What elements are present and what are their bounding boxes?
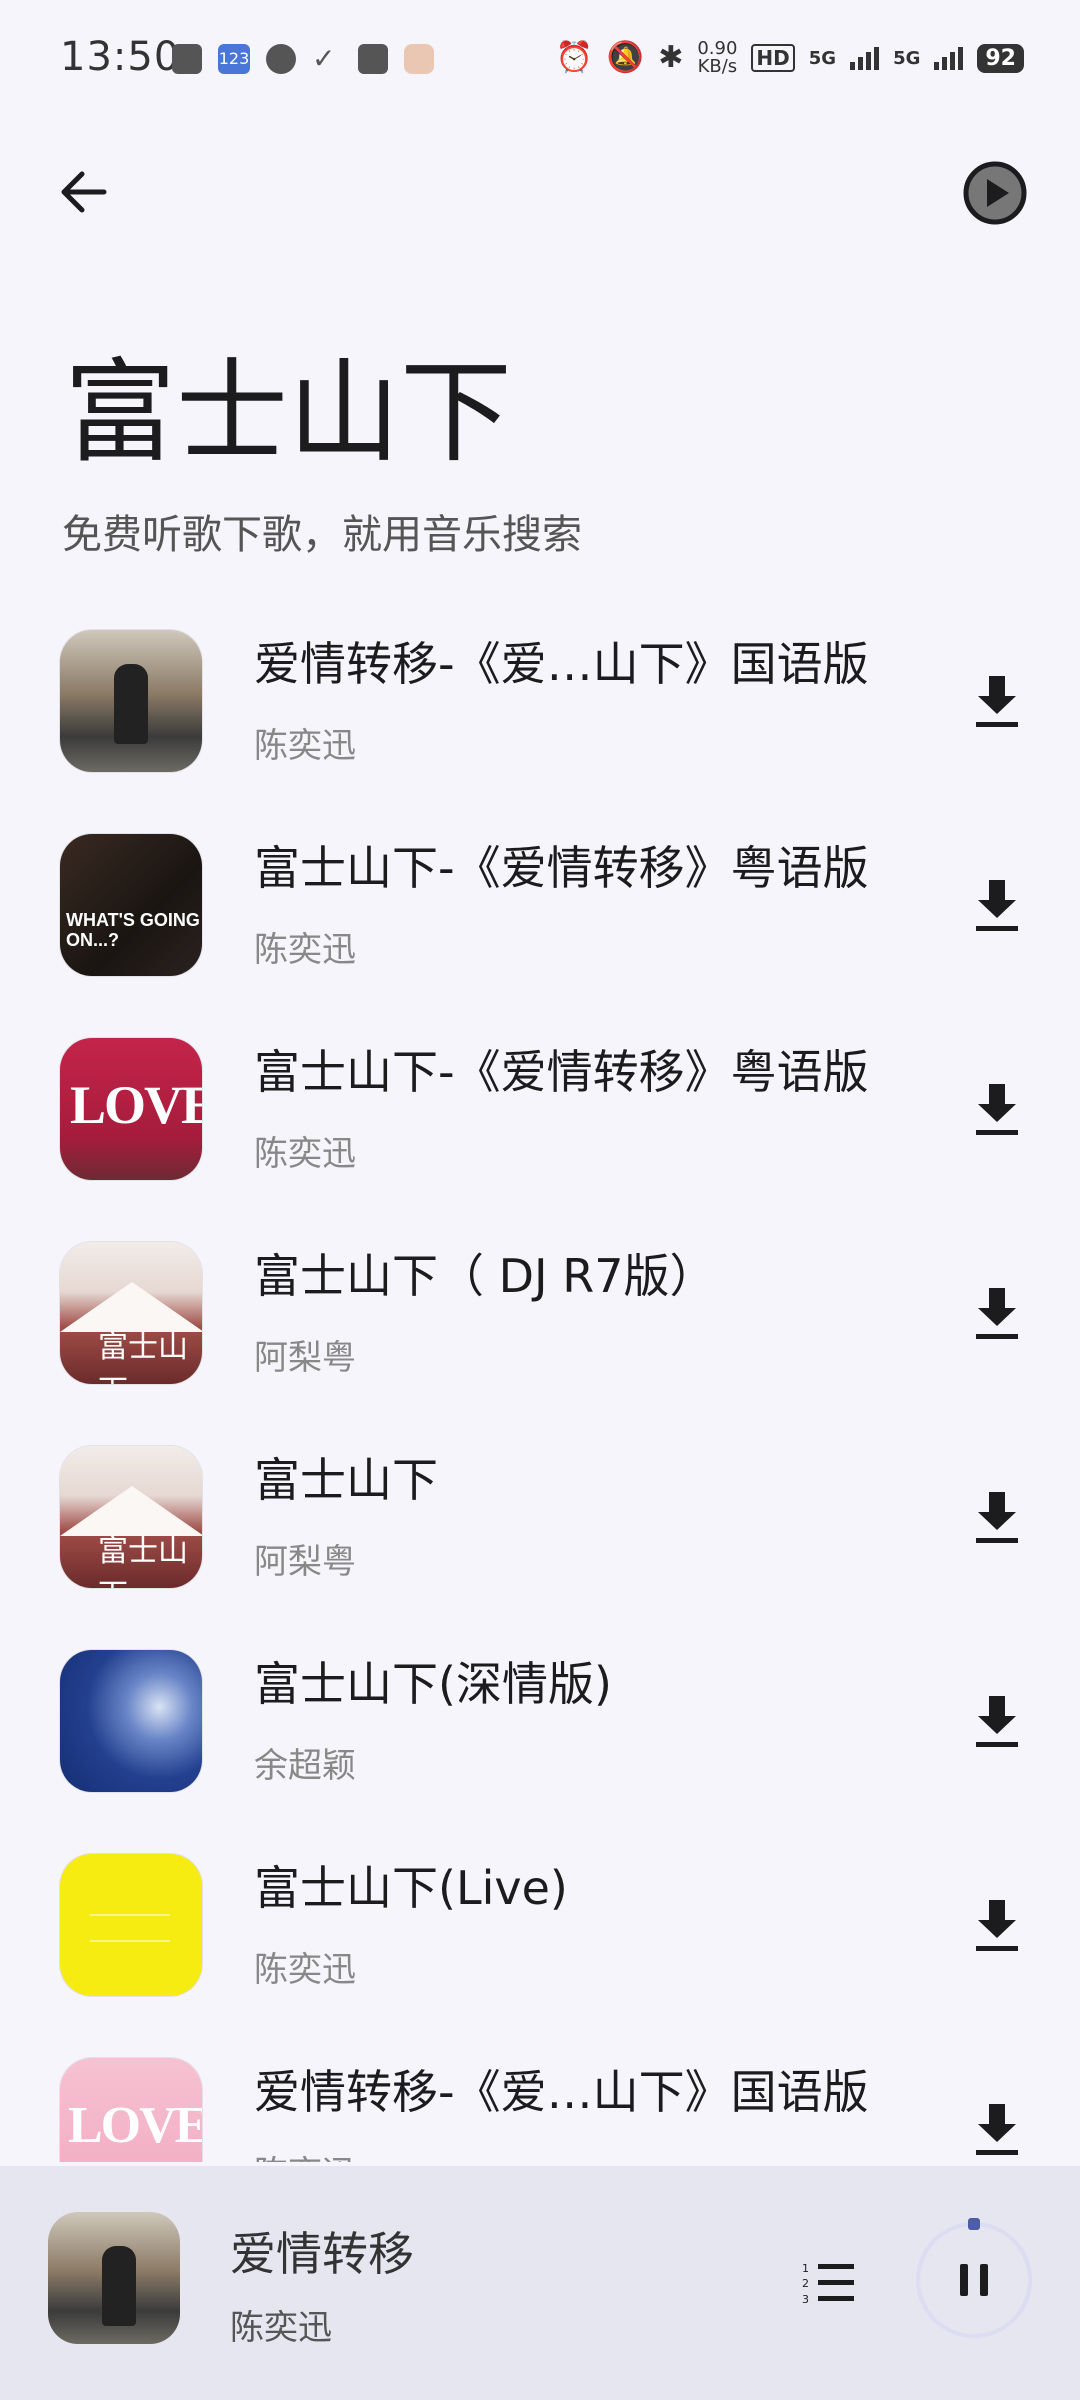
song-artist: 陈奕迅 bbox=[254, 1134, 356, 1174]
check-notification-icon: ✓ bbox=[312, 42, 336, 75]
download-icon[interactable] bbox=[966, 1894, 1028, 1956]
song-title: 爱情转移-《爱…山下》国语版 bbox=[254, 637, 869, 691]
song-artist: 陈奕迅 bbox=[254, 1950, 356, 1990]
download-icon[interactable] bbox=[966, 1078, 1028, 1140]
playlist-queue-icon[interactable]: 1 2 3 bbox=[800, 2254, 858, 2312]
back-arrow-icon[interactable] bbox=[52, 160, 116, 224]
gallery-notification-icon bbox=[172, 44, 202, 74]
song-title: 富士山下-《爱情转移》粤语版 bbox=[254, 1045, 869, 1099]
mini-player[interactable]: 爱情转移 陈奕迅 1 2 3 bbox=[0, 2166, 1080, 2400]
cover-text: WHAT'S GOING ON...? bbox=[66, 910, 200, 950]
now-playing-title: 爱情转移 bbox=[230, 2227, 414, 2281]
song-list[interactable]: 爱情转移-《爱…山下》国语版 陈奕迅 WHAT'S GOING ON...? 富… bbox=[0, 614, 1080, 2162]
notification-icons: 123 ✓ bbox=[172, 44, 434, 74]
progress-indicator bbox=[968, 2218, 980, 2230]
chat-notification-icon bbox=[266, 44, 296, 74]
song-artist: 陈奕迅 bbox=[254, 726, 356, 766]
page-title: 富士山下 bbox=[64, 348, 512, 478]
svg-text:2: 2 bbox=[802, 2277, 809, 2290]
song-list-item[interactable]: WHAT'S GOING ON...? 富士山下-《爱情转移》粤语版 陈奕迅 bbox=[0, 818, 1080, 1022]
album-cover: 富士山下 bbox=[60, 1446, 202, 1588]
network-speed-unit: KB/s bbox=[697, 56, 738, 77]
song-list-item[interactable]: 富士山下 富士山下（ DJ R7版） 阿梨粤 bbox=[0, 1226, 1080, 1430]
song-title: 富士山下（ DJ R7版） bbox=[254, 1249, 716, 1303]
sim1-signal-label: 5G bbox=[808, 47, 837, 69]
cover-text: 富士山下 bbox=[98, 1330, 188, 1384]
train-notification-icon bbox=[358, 44, 388, 74]
download-icon[interactable] bbox=[966, 1690, 1028, 1752]
page-subtitle: 免费听歌下歌，就用音乐搜索 bbox=[62, 512, 582, 558]
sim2-signal-label: 5G bbox=[893, 47, 921, 69]
song-artist: 陈奕迅 bbox=[254, 930, 356, 970]
pause-icon[interactable] bbox=[944, 2250, 1004, 2310]
song-list-item[interactable]: 富士山下 富士山下 阿梨粤 bbox=[0, 1430, 1080, 1634]
sim2-signal-icon bbox=[934, 46, 964, 70]
battery-icon: 92 bbox=[977, 43, 1024, 73]
song-artist: 阿梨粤 bbox=[254, 1542, 356, 1582]
cover-text: 富士山下 bbox=[98, 1534, 188, 1588]
album-cover bbox=[60, 1854, 202, 1996]
bluetooth-icon: ✱ bbox=[658, 40, 684, 75]
download-icon[interactable] bbox=[966, 670, 1028, 732]
song-title: 富士山下(Live) bbox=[254, 1861, 568, 1915]
song-title: 富士山下-《爱情转移》粤语版 bbox=[254, 841, 869, 895]
download-icon[interactable] bbox=[966, 2098, 1028, 2160]
status-bar: 13:50 123 ✓ ⏰ 🔕 ✱ 0.90 KB/s HD 5G 5G 92 bbox=[0, 0, 1080, 120]
status-time: 13:50 bbox=[60, 34, 181, 80]
album-cover: LOVE bbox=[60, 2058, 202, 2162]
avatar-notification-icon bbox=[404, 44, 434, 74]
song-artist: 陈奕迅 bbox=[254, 2152, 356, 2162]
song-artist: 余超颖 bbox=[254, 1746, 356, 1786]
svg-text:1: 1 bbox=[802, 2262, 809, 2275]
cover-text: LOVE bbox=[70, 1075, 202, 1135]
cover-text: LOVE bbox=[68, 2097, 202, 2154]
song-list-item[interactable]: 富士山下(深情版) 余超颖 bbox=[0, 1634, 1080, 1838]
album-cover: WHAT'S GOING ON...? bbox=[60, 834, 202, 976]
play-all-icon[interactable] bbox=[962, 160, 1028, 226]
mute-bell-icon: 🔕 bbox=[606, 40, 645, 75]
download-icon[interactable] bbox=[966, 1282, 1028, 1344]
download-icon[interactable] bbox=[966, 1486, 1028, 1548]
now-playing-artist: 陈奕迅 bbox=[230, 2308, 332, 2348]
svg-text:3: 3 bbox=[802, 2293, 809, 2306]
album-cover bbox=[60, 630, 202, 772]
album-cover: 富士山下 bbox=[60, 1242, 202, 1384]
sim1-signal-icon bbox=[850, 46, 880, 70]
hd-voice-icon: HD bbox=[751, 44, 795, 72]
album-cover: LOVE bbox=[60, 1038, 202, 1180]
song-artist: 阿梨粤 bbox=[254, 1338, 356, 1378]
song-title: 富士山下 bbox=[254, 1453, 438, 1507]
now-playing-cover[interactable] bbox=[48, 2212, 180, 2344]
song-title: 爱情转移-《爱…山下》国语版 bbox=[254, 2065, 869, 2119]
song-list-item[interactable]: LOVE 爱情转移-《爱…山下》国语版 陈奕迅 bbox=[0, 2042, 1080, 2162]
download-icon[interactable] bbox=[966, 874, 1028, 936]
network-speed: 0.90 KB/s bbox=[697, 40, 737, 76]
song-list-item[interactable]: 爱情转移-《爱…山下》国语版 陈奕迅 bbox=[0, 614, 1080, 818]
album-cover bbox=[60, 1650, 202, 1792]
alarm-icon: ⏰ bbox=[555, 40, 593, 75]
song-list-item[interactable]: 富士山下(Live) 陈奕迅 bbox=[0, 1838, 1080, 2042]
song-title: 富士山下(深情版) bbox=[254, 1657, 612, 1711]
system-status-icons: ⏰ 🔕 ✱ 0.90 KB/s HD 5G 5G 92 bbox=[555, 38, 1024, 78]
keyboard-notification-icon: 123 bbox=[218, 44, 250, 74]
song-list-item[interactable]: LOVE 富士山下-《爱情转移》粤语版 陈奕迅 bbox=[0, 1022, 1080, 1226]
